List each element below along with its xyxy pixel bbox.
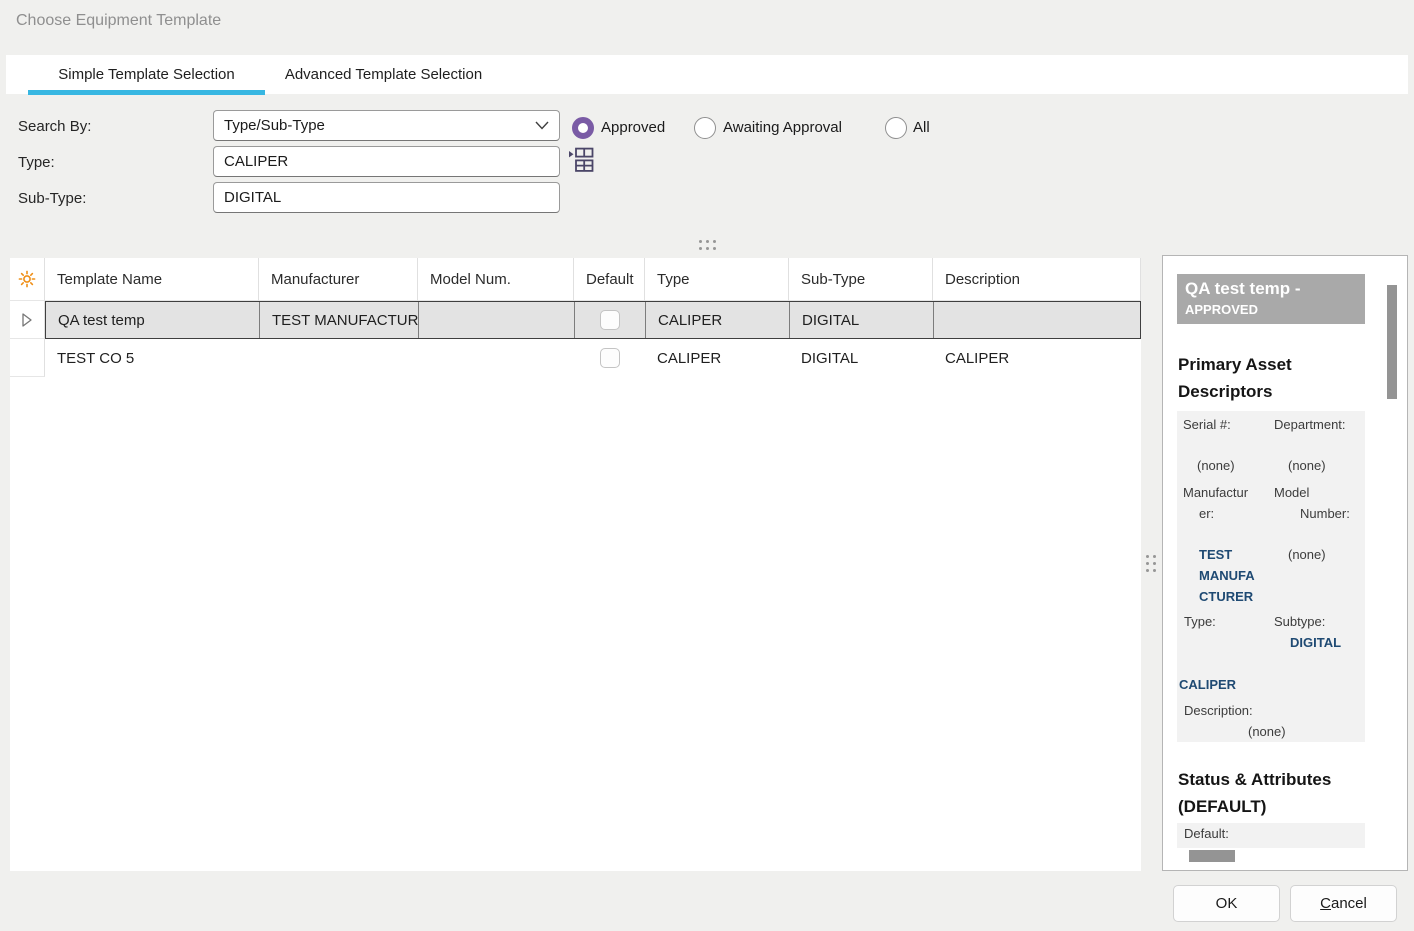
- table-corner-options-cell[interactable]: [10, 258, 45, 301]
- column-header-label: Sub-Type: [801, 271, 865, 288]
- cell-model-num: [418, 339, 574, 377]
- column-header-label: Description: [945, 271, 1020, 288]
- search-by-dropdown[interactable]: Type/Sub-Type: [213, 110, 560, 141]
- subtype-label: Subtype:: [1274, 614, 1325, 630]
- vertical-splitter-handle[interactable]: [1146, 555, 1156, 572]
- template-details-panel: QA test temp - APPROVED Primary Asset De…: [1162, 255, 1408, 871]
- manufacturer-value: MANUFA: [1199, 568, 1255, 584]
- status-attributes-box: Default:: [1177, 823, 1365, 848]
- table-row-selected[interactable]: QA test temp TEST MANUFACTURER CALIPER D…: [10, 301, 1141, 339]
- radio-all-label: All: [913, 119, 930, 136]
- table-header-row: Template Name Manufacturer Model Num. De…: [10, 258, 1141, 301]
- department-label: Department:: [1274, 417, 1346, 433]
- horizontal-scrollbar-thumb[interactable]: [1189, 850, 1235, 862]
- model-number-label: Model: [1274, 485, 1309, 501]
- model-number-label: Number:: [1300, 506, 1350, 522]
- chevron-down-icon: [535, 121, 549, 130]
- subtype-input[interactable]: [213, 182, 560, 213]
- heading-line: Descriptors: [1178, 378, 1292, 405]
- type-label: Type:: [1184, 614, 1216, 630]
- description-label: Description:: [1184, 703, 1253, 719]
- sun-icon: [17, 269, 37, 289]
- cell-manufacturer: TEST MANUFACTURER: [260, 302, 419, 338]
- horizontal-splitter-handle[interactable]: [699, 240, 716, 250]
- cell-sub-type: DIGITAL: [790, 302, 934, 338]
- serial-value: (none): [1197, 458, 1235, 474]
- cancel-button[interactable]: Cancel: [1290, 885, 1397, 922]
- column-header-template-name[interactable]: Template Name: [45, 258, 259, 301]
- cell-manufacturer: [259, 339, 418, 377]
- radio-awaiting-approval-label: Awaiting Approval: [723, 119, 842, 136]
- serial-label: Serial #:: [1183, 417, 1231, 433]
- status-attributes-heading: Status & Attributes (DEFAULT): [1178, 766, 1331, 820]
- default-checkbox[interactable]: [600, 310, 620, 330]
- search-by-label: Search By:: [18, 118, 91, 135]
- tab-advanced-template-selection[interactable]: Advanced Template Selection: [265, 55, 502, 94]
- cell-description: CALIPER: [933, 339, 1141, 377]
- table-row[interactable]: TEST CO 5 CALIPER DIGITAL CALIPER: [10, 339, 1141, 377]
- heading-line: Primary Asset: [1178, 351, 1292, 378]
- type-value: CALIPER: [1179, 677, 1236, 693]
- heading-line: (DEFAULT): [1178, 793, 1331, 820]
- row-selector-cell[interactable]: [10, 339, 45, 377]
- cell-template-name: QA test temp: [46, 302, 260, 338]
- vertical-scrollbar-thumb[interactable]: [1387, 285, 1397, 399]
- description-value: (none): [1248, 724, 1286, 740]
- primary-asset-descriptors-heading: Primary Asset Descriptors: [1178, 351, 1292, 405]
- column-header-manufacturer[interactable]: Manufacturer: [259, 258, 418, 301]
- column-header-label: Default: [586, 271, 634, 288]
- details-header-line1: QA test temp -: [1185, 277, 1365, 301]
- type-input[interactable]: [213, 146, 560, 177]
- column-header-description[interactable]: Description: [933, 258, 1141, 301]
- column-header-label: Type: [657, 271, 690, 288]
- primary-asset-descriptors-box: Serial #: Department: (none) (none) Manu…: [1177, 411, 1365, 742]
- column-header-label: Manufacturer: [271, 271, 359, 288]
- radio-approved[interactable]: [572, 117, 594, 139]
- search-by-value: Type/Sub-Type: [224, 117, 325, 134]
- tab-advanced-label: Advanced Template Selection: [285, 66, 482, 83]
- heading-line: Status & Attributes: [1178, 766, 1331, 793]
- tab-simple-label: Simple Template Selection: [58, 66, 234, 83]
- cell-sub-type: DIGITAL: [789, 339, 933, 377]
- radio-approved-label: Approved: [601, 119, 665, 136]
- column-header-label: Model Num.: [430, 271, 511, 288]
- cancel-button-accelerator: C: [1320, 895, 1331, 912]
- cell-template-name: TEST CO 5: [45, 339, 259, 377]
- default-checkbox[interactable]: [600, 348, 620, 368]
- manufacturer-label: er:: [1199, 506, 1214, 522]
- type-label: Type:: [18, 154, 55, 171]
- cell-model-num: [419, 302, 575, 338]
- column-header-type[interactable]: Type: [645, 258, 789, 301]
- radio-awaiting-approval[interactable]: [694, 117, 716, 139]
- table-hierarchy-icon: [568, 146, 594, 173]
- row-selector-cell[interactable]: [10, 301, 45, 339]
- type-hierarchy-browse-button[interactable]: [568, 146, 594, 173]
- template-results-table: Template Name Manufacturer Model Num. De…: [10, 258, 1141, 871]
- column-header-sub-type[interactable]: Sub-Type: [789, 258, 933, 301]
- subtype-label: Sub-Type:: [18, 190, 86, 207]
- details-header-line2: APPROVED: [1185, 301, 1365, 319]
- cell-type: CALIPER: [645, 339, 789, 377]
- tab-simple-template-selection[interactable]: Simple Template Selection: [28, 55, 265, 94]
- cell-type: CALIPER: [646, 302, 790, 338]
- details-header-badge: QA test temp - APPROVED: [1177, 274, 1365, 324]
- cancel-button-label: ancel: [1331, 895, 1367, 912]
- column-header-label: Template Name: [57, 271, 162, 288]
- current-row-arrow-icon: [18, 311, 36, 329]
- default-label: Default:: [1184, 826, 1229, 842]
- cell-description: [934, 302, 1140, 338]
- manufacturer-value: CTURER: [1199, 589, 1253, 605]
- ok-button-label: OK: [1216, 895, 1238, 912]
- column-header-default[interactable]: Default: [574, 258, 645, 301]
- model-number-value: (none): [1288, 547, 1326, 563]
- department-value: (none): [1288, 458, 1326, 474]
- radio-all[interactable]: [885, 117, 907, 139]
- column-header-model-num[interactable]: Model Num.: [418, 258, 574, 301]
- subtype-value: DIGITAL: [1290, 635, 1341, 651]
- manufacturer-value: TEST: [1199, 547, 1232, 563]
- tab-strip: Simple Template Selection Advanced Templ…: [6, 55, 1408, 94]
- page-title: Choose Equipment Template: [16, 12, 221, 30]
- manufacturer-label: Manufactur: [1183, 485, 1248, 501]
- ok-button[interactable]: OK: [1173, 885, 1280, 922]
